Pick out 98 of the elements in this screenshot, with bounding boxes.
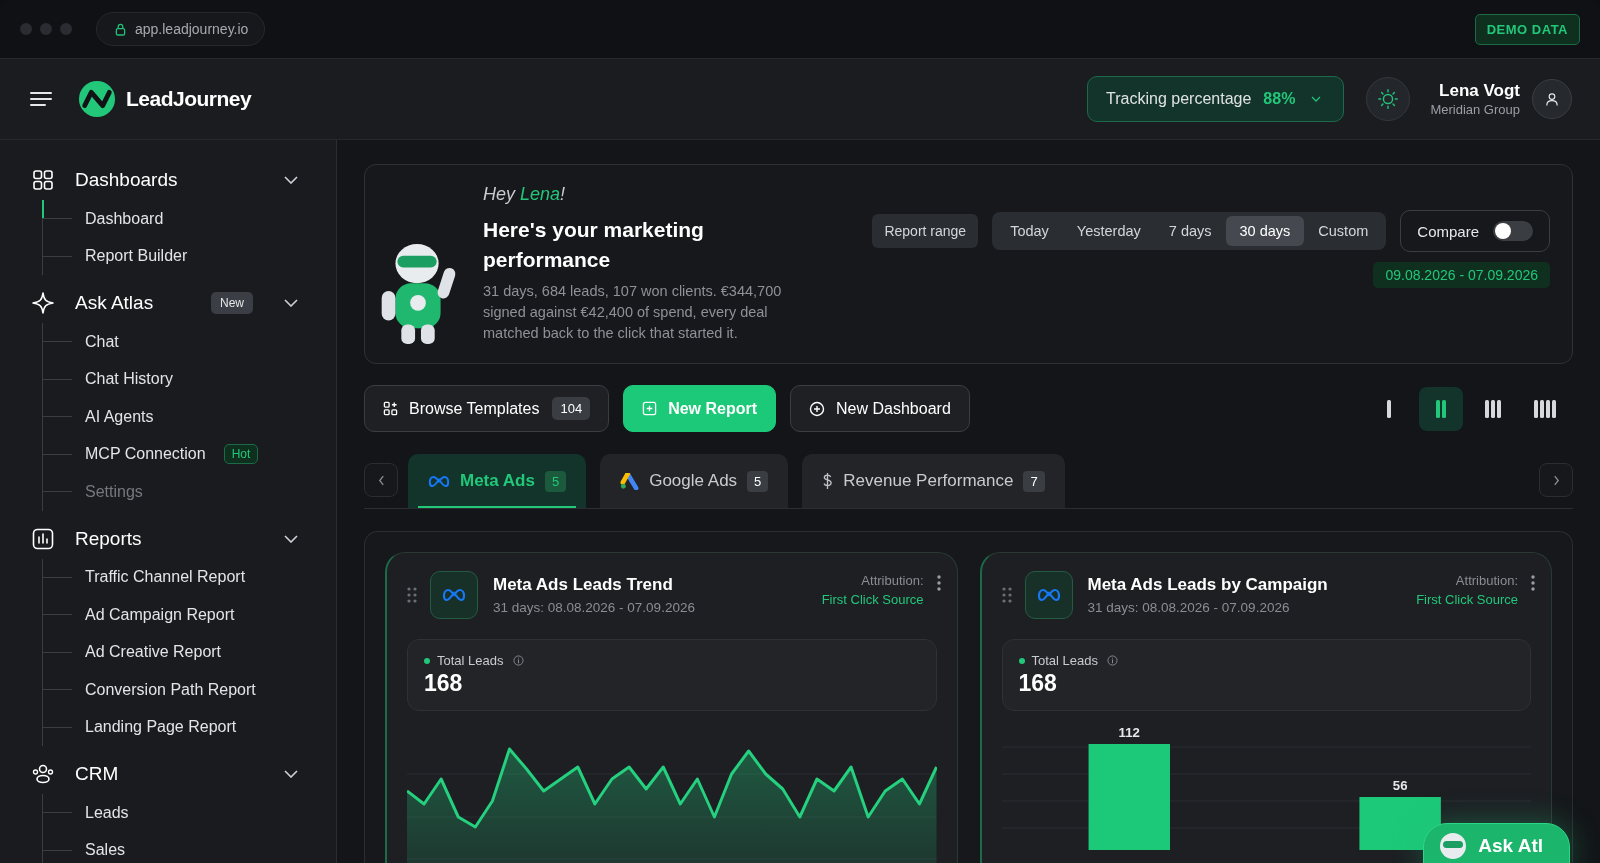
- nav-item[interactable]: AI Agents: [85, 407, 154, 426]
- attribution-label: Attribution:: [1455, 573, 1518, 588]
- bar-value-label: 56: [1392, 778, 1407, 793]
- range-option[interactable]: Custom: [1304, 216, 1383, 246]
- more-icon[interactable]: [936, 575, 941, 591]
- report-range-label: Report range: [872, 214, 979, 248]
- columns-icon: [1387, 399, 1391, 418]
- date-range-badge: 09.08.2026 - 07.09.2026: [1373, 262, 1550, 288]
- demo-data-badge: DEMO DATA: [1474, 13, 1580, 45]
- drag-handle-icon[interactable]: [407, 587, 417, 603]
- nav-item[interactable]: Chat: [85, 332, 119, 351]
- nav-section-label[interactable]: CRM: [75, 763, 263, 785]
- hero-title: Here's your marketing performance: [483, 217, 705, 273]
- chevron-right-icon: [1552, 474, 1560, 486]
- greeting: Hey Lena!: [483, 184, 567, 205]
- chevron-icon[interactable]: [284, 770, 298, 778]
- info-icon[interactable]: [512, 655, 524, 666]
- nav-item[interactable]: Dashboard: [85, 209, 164, 228]
- range-option[interactable]: 7 days: [1154, 216, 1226, 246]
- people-icon: [32, 763, 54, 785]
- sun-icon: [1377, 88, 1400, 110]
- grid-icon: [32, 169, 54, 191]
- add-circle-icon: [809, 400, 826, 417]
- nav-item[interactable]: Conversion Path Report: [85, 680, 256, 699]
- bar-chart-icon: [32, 527, 54, 550]
- browse-templates-button[interactable]: Browse Templates 104: [364, 385, 610, 432]
- drag-handle-icon[interactable]: [1001, 587, 1012, 603]
- infinity-icon: [1024, 571, 1073, 619]
- triangle-logo-icon: [620, 472, 640, 490]
- chevron-icon: [1311, 96, 1322, 102]
- more-icon[interactable]: [1531, 575, 1535, 591]
- status-dot: [1018, 657, 1025, 664]
- new-dashboard-button[interactable]: New Dashboard: [790, 385, 970, 432]
- range-option[interactable]: Today: [996, 216, 1063, 246]
- attribution-link[interactable]: First Click Source: [1416, 592, 1518, 607]
- sparkle-icon: [32, 292, 54, 314]
- metric-value: 168: [424, 670, 464, 697]
- nav-item[interactable]: Leads: [85, 803, 129, 822]
- window-dot[interactable]: [20, 23, 32, 35]
- report-tab[interactable]: Google Ads 5: [600, 454, 789, 508]
- columns-icon: [1436, 399, 1446, 418]
- metric-value: 168: [1018, 670, 1058, 697]
- user-company: Meridian Group: [1430, 102, 1520, 117]
- chevron-left-icon: [377, 474, 385, 486]
- avatar-button[interactable]: [1532, 79, 1572, 119]
- columns-icon: [1534, 399, 1556, 418]
- hero-summary: 31 days, 684 leads, 107 won clients. €344,700 signed against €42,400 of spend, every deal matched back to the click that started it.: [483, 282, 783, 343]
- range-option[interactable]: Yesterday: [1062, 216, 1155, 246]
- nav-section-label[interactable]: Reports: [75, 527, 263, 550]
- nav-item[interactable]: MCP Connection: [85, 445, 206, 464]
- templates-icon: [383, 401, 398, 416]
- card-date-range: 31 days: 08.08.2026 - 07.09.2026: [493, 600, 696, 615]
- status-dot: [424, 657, 430, 664]
- menu-icon[interactable]: [30, 91, 52, 107]
- nav-item[interactable]: Chat History: [85, 370, 174, 389]
- nav-item[interactable]: Landing Page Report: [85, 718, 237, 737]
- new-badge: New: [211, 292, 253, 314]
- address-bar[interactable]: app.leadjourney.io: [96, 12, 266, 46]
- compare-toggle[interactable]: [1493, 221, 1533, 241]
- nav-item[interactable]: Ad Creative Report: [85, 643, 222, 662]
- card-date-range: 31 days: 08.08.2026 - 07.09.2026: [1087, 600, 1291, 615]
- theme-toggle-button[interactable]: [1366, 77, 1411, 121]
- lock-icon: [115, 22, 126, 36]
- nav-item[interactable]: Sales: [85, 841, 126, 860]
- info-icon[interactable]: [1107, 655, 1118, 666]
- nav-item[interactable]: Traffic Channel Report: [85, 568, 246, 587]
- infinity-icon: [428, 474, 450, 488]
- app-name: LeadJourney: [126, 87, 252, 111]
- columns-icon: [1485, 399, 1501, 418]
- nav-section-label[interactable]: Ask Atlas: [75, 292, 190, 314]
- infinity-icon: [430, 571, 478, 619]
- add-square-icon: [642, 401, 658, 416]
- report-tab[interactable]: Meta Ads 5: [408, 454, 587, 508]
- range-option[interactable]: 30 days: [1225, 216, 1305, 246]
- tracking-dropdown[interactable]: Tracking percentage 88%: [1087, 76, 1345, 122]
- logo-icon: [78, 80, 116, 118]
- bar-value-label: 112: [1118, 725, 1140, 740]
- report-tab[interactable]: Revenue Performance 7: [802, 454, 1065, 508]
- card-title: Meta Ads Leads Trend: [493, 575, 674, 595]
- nav-item[interactable]: Report Builder: [85, 247, 188, 266]
- chevron-icon[interactable]: [284, 176, 298, 184]
- nav-item[interactable]: Ad Campaign Report: [85, 605, 235, 624]
- window-dot[interactable]: [60, 23, 72, 35]
- window-dot[interactable]: [40, 23, 52, 35]
- card-title: Meta Ads Leads by Campaign: [1087, 575, 1329, 595]
- hot-badge: Hot: [223, 444, 259, 465]
- user-icon: [1544, 91, 1560, 107]
- compare-label: Compare: [1417, 222, 1479, 240]
- chevron-icon[interactable]: [284, 534, 298, 543]
- attribution-link[interactable]: First Click Source: [821, 592, 924, 607]
- metric-label: Total Leads: [437, 653, 504, 668]
- dollar-icon: [822, 472, 834, 490]
- nav-section-label[interactable]: Dashboards: [75, 169, 263, 191]
- attribution-label: Attribution:: [861, 573, 924, 588]
- user-name: Lena Vogt: [1439, 81, 1520, 101]
- column-layout-button[interactable]: [1419, 386, 1463, 431]
- metric-label: Total Leads: [1031, 653, 1098, 668]
- chevron-icon[interactable]: [284, 299, 298, 307]
